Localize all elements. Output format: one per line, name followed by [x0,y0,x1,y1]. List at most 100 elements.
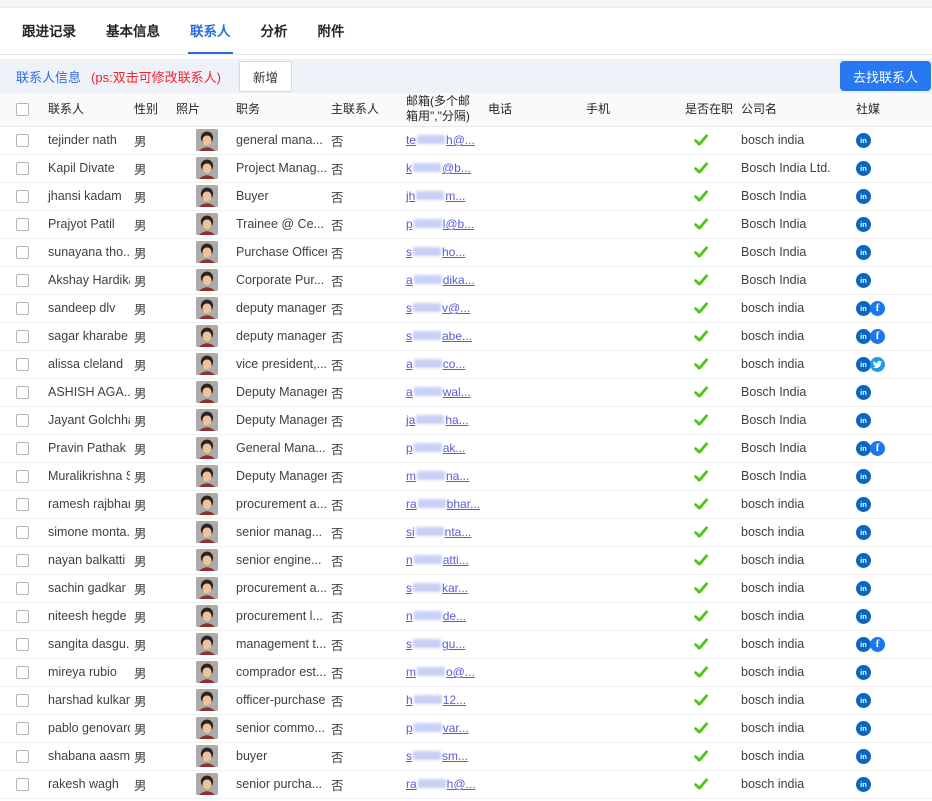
row-checkbox[interactable] [16,442,29,455]
email-link[interactable]: sabe... [406,329,472,343]
linkedin-icon[interactable]: in [856,721,871,736]
row-checkbox[interactable] [16,694,29,707]
row-checkbox[interactable] [16,750,29,763]
row-checkbox[interactable] [16,554,29,567]
row-select-cell [0,630,44,658]
row-checkbox[interactable] [16,470,29,483]
row-checkbox[interactable] [16,190,29,203]
email-link[interactable]: adika... [406,273,475,287]
email-link[interactable]: ssm... [406,749,468,763]
gender-value: 男 [130,602,172,630]
email-link[interactable]: rabhar... [406,497,480,511]
facebook-icon[interactable]: f [870,637,885,652]
email-suffix: h@... [447,777,476,791]
row-checkbox[interactable] [16,526,29,539]
linkedin-icon[interactable]: in [856,385,871,400]
row-checkbox[interactable] [16,778,29,791]
linkedin-icon[interactable]: in [856,301,871,316]
employed-cell [677,518,737,546]
email-link[interactable]: sgu... [406,637,465,651]
email-link[interactable]: skar... [406,581,468,595]
row-checkbox[interactable] [16,274,29,287]
email-link[interactable]: rah@... [406,777,476,791]
linkedin-icon[interactable]: in [856,777,871,792]
email-link[interactable]: sv@... [406,301,470,315]
linkedin-icon[interactable]: in [856,329,871,344]
linkedin-icon[interactable]: in [856,581,871,596]
row-checkbox[interactable] [16,722,29,735]
email-link[interactable]: jaha... [406,413,469,427]
email-link[interactable]: h12... [406,693,466,707]
tab-follow-up-records[interactable]: 跟进记录 [20,8,78,54]
job-title: management t... [232,630,327,658]
email-link[interactable]: k@b... [406,161,471,175]
linkedin-icon[interactable]: in [856,497,871,512]
row-checkbox[interactable] [16,246,29,259]
linkedin-icon[interactable]: in [856,441,871,456]
row-checkbox[interactable] [16,358,29,371]
facebook-icon[interactable]: f [870,329,885,344]
facebook-icon[interactable]: f [870,301,885,316]
tab-attachments[interactable]: 附件 [316,8,347,54]
linkedin-icon[interactable]: in [856,245,871,260]
email-link[interactable]: mo@... [406,665,475,679]
row-checkbox[interactable] [16,582,29,595]
tab-contacts[interactable]: 联系人 [188,8,233,54]
row-checkbox[interactable] [16,414,29,427]
linkedin-icon[interactable]: in [856,637,871,652]
row-checkbox[interactable] [16,386,29,399]
email-link[interactable]: natti... [406,553,469,567]
email-link[interactable]: mna... [406,469,469,483]
job-title: Deputy Manager [232,406,327,434]
linkedin-icon[interactable]: in [856,665,871,680]
linkedin-icon[interactable]: in [856,553,871,568]
email-link[interactable]: pvar... [406,721,469,735]
row-checkbox[interactable] [16,638,29,651]
linkedin-icon[interactable]: in [856,609,871,624]
linkedin-icon[interactable]: in [856,217,871,232]
row-checkbox[interactable] [16,610,29,623]
table-row: Muralikrishna S男 Deputy Manager否mna... B… [0,462,932,490]
twitter-icon[interactable] [870,357,885,372]
row-checkbox[interactable] [16,218,29,231]
linkedin-icon[interactable]: in [856,525,871,540]
contact-photo [196,353,218,375]
linkedin-icon[interactable]: in [856,161,871,176]
facebook-icon[interactable]: f [870,441,885,456]
row-checkbox[interactable] [16,666,29,679]
section-title: 联系人信息 [16,67,81,86]
linkedin-icon[interactable]: in [856,133,871,148]
email-link[interactable]: pak... [406,441,465,455]
linkedin-icon[interactable]: in [856,469,871,484]
email-link[interactable]: aco... [406,357,465,371]
linkedin-icon[interactable]: in [856,357,871,372]
email-link[interactable]: sho... [406,245,465,259]
tab-basic-info[interactable]: 基本信息 [104,8,162,54]
select-all-checkbox[interactable] [16,103,29,116]
table-row: sagar kharabe男 deputy manager否sabe... bo… [0,322,932,350]
linkedin-icon[interactable]: in [856,749,871,764]
linkedin-icon[interactable]: in [856,273,871,288]
row-checkbox[interactable] [16,498,29,511]
row-checkbox[interactable] [16,302,29,315]
row-checkbox[interactable] [16,134,29,147]
email-link[interactable]: teh@... [406,133,475,147]
email-link[interactable]: sinta... [406,525,471,539]
email-link[interactable]: awal... [406,385,471,399]
find-contacts-button[interactable]: 去找联系人 [840,61,931,91]
linkedin-icon[interactable]: in [856,413,871,428]
email-redacted-blur [413,639,441,648]
tab-analysis[interactable]: 分析 [259,8,290,54]
row-checkbox[interactable] [16,162,29,175]
email-link[interactable]: jhm... [406,189,465,203]
email-link[interactable]: nde... [406,609,466,623]
email-link[interactable]: pl@b... [406,217,474,231]
email-suffix: na... [446,469,469,483]
row-checkbox[interactable] [16,330,29,343]
linkedin-icon[interactable]: in [856,189,871,204]
add-contact-button[interactable]: 新增 [239,61,292,92]
photo-cell [172,714,232,742]
email-prefix: n [406,553,413,567]
social-cell: inf [852,434,932,462]
linkedin-icon[interactable]: in [856,693,871,708]
